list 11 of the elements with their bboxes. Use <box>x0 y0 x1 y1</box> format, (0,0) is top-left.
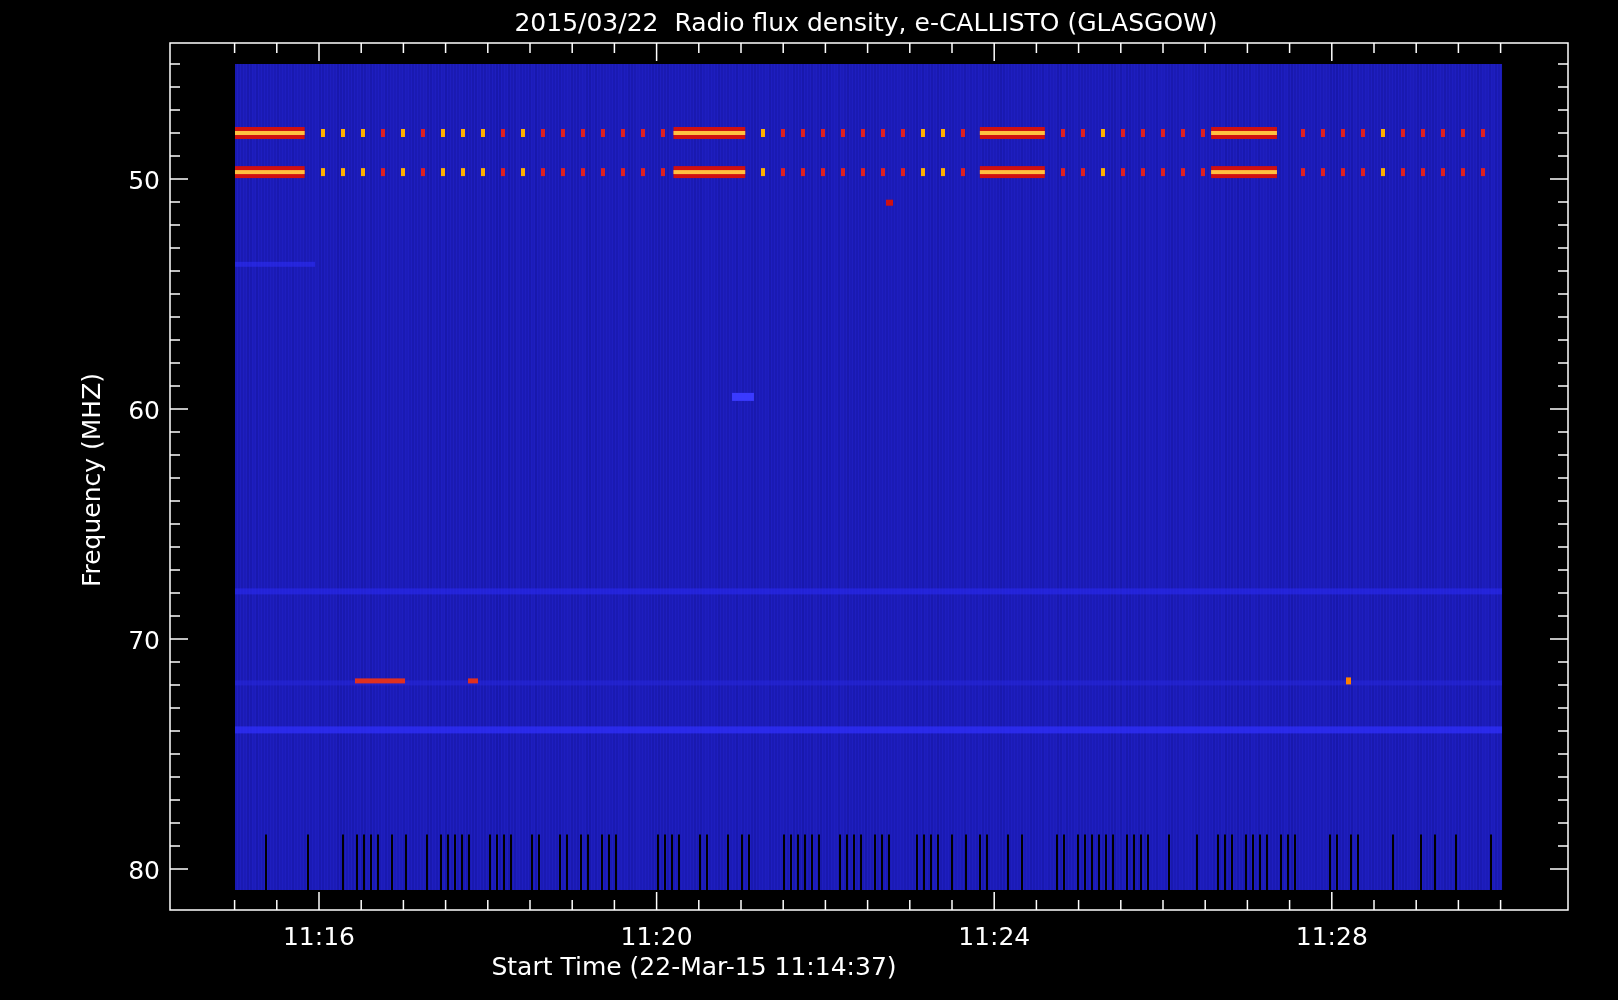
chart-title: 2015/03/22 Radio flux density, e-CALLISTO (GLASGOW) <box>514 8 1218 37</box>
y-tick-label: 70 <box>128 626 160 655</box>
y-tick-label: 50 <box>128 166 160 195</box>
x-tick-label: 11:20 <box>620 922 693 951</box>
x-tick-label: 11:24 <box>958 922 1031 951</box>
y-tick-label: 80 <box>128 856 160 885</box>
y-tick-label: 60 <box>128 396 160 425</box>
x-tick-label: 11:28 <box>1295 922 1368 951</box>
x-axis-label: Start Time (22-Mar-15 11:14:37) <box>491 952 897 981</box>
x-tick-label: 11:16 <box>283 922 355 951</box>
y-axis-label: Frequency (MHZ) <box>77 372 106 588</box>
